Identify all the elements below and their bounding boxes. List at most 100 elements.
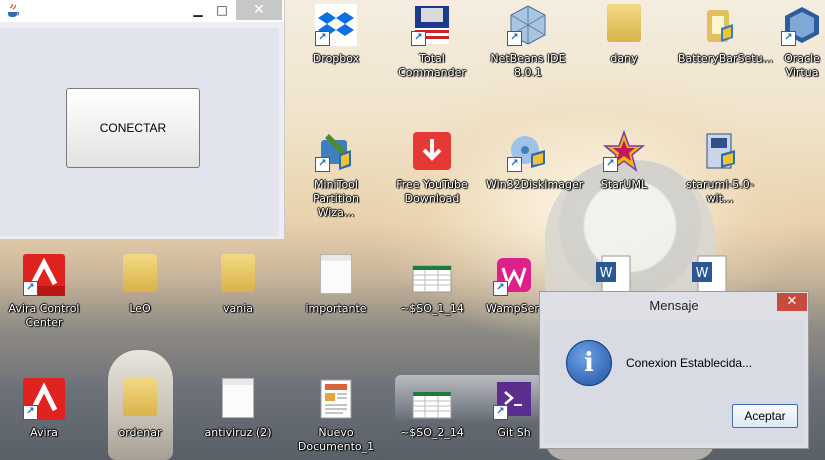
desktop-icon-dany[interactable]: dany <box>582 4 666 66</box>
desktop-icon-label: dany <box>610 52 638 65</box>
desktop-icon-avira[interactable]: ↗ Avira <box>2 378 86 440</box>
desktop-icon-avira-control-center[interactable]: ↗ Avira Control Center <box>2 254 86 330</box>
minimize-button[interactable]: ▁ <box>186 0 210 20</box>
shortcut-arrow-icon: ↗ <box>603 157 618 172</box>
shortcut-arrow-icon: ↗ <box>781 31 796 46</box>
desktop-icon-label: WampServ <box>486 302 546 315</box>
desktop-icon-label: Dropbox <box>312 52 360 65</box>
desktop-icon-label: Git Sh <box>497 426 531 439</box>
total-commander-icon: ↗ <box>411 4 453 46</box>
desktop-icon-word-doc-2[interactable]: W <box>686 254 736 296</box>
avira-icon: ↗ <box>23 378 65 420</box>
desktop-icon-label: StarUML <box>600 178 648 191</box>
desktop-icon-minitool[interactable]: ↗ MiniTool Partition Wiza... <box>294 130 378 220</box>
desktop-icon-batterybar[interactable]: BatteryBarSetu... <box>678 4 774 66</box>
dropbox-icon: ↗ <box>315 4 357 46</box>
desktop-icon-label: Avira <box>30 426 58 439</box>
shortcut-arrow-icon: ↗ <box>507 157 522 172</box>
folder-icon <box>119 254 161 296</box>
wampserver-icon: ↗ <box>493 254 535 296</box>
maximize-button[interactable]: □ <box>210 0 234 20</box>
disk-imager-icon: ↗ <box>507 130 549 172</box>
desktop-icon-ordenar[interactable]: ordenar <box>98 378 182 440</box>
shortcut-arrow-icon: ↗ <box>23 281 38 296</box>
shortcut-arrow-icon: ↗ <box>493 281 508 296</box>
connect-button[interactable]: CONECTAR <box>66 88 200 168</box>
close-button[interactable]: ✕ <box>236 0 282 20</box>
desktop-icon-so-1-14[interactable]: ~$SO_1_14 <box>390 254 474 316</box>
desktop-icon-antiviruz[interactable]: antiviruz (2) <box>196 378 280 440</box>
app-window: ▁ □ ✕ CONECTAR <box>0 0 285 240</box>
document-icon <box>315 378 357 420</box>
folder-icon <box>603 4 645 46</box>
desktop-icon-dropbox[interactable]: ↗ Dropbox <box>294 4 378 66</box>
virtualbox-icon: ↗ <box>781 4 823 46</box>
folder-icon <box>217 254 259 296</box>
spreadsheet-icon <box>411 254 453 296</box>
desktop-icon-label: importante <box>305 302 367 315</box>
desktop-icon-label: MiniTool Partition Wiza... <box>313 178 359 219</box>
svg-text:W: W <box>696 266 709 281</box>
spreadsheet-icon <box>411 378 453 420</box>
svg-text:W: W <box>600 266 613 281</box>
app-titlebar[interactable]: ▁ □ ✕ <box>0 0 284 22</box>
app-content-panel: CONECTAR <box>0 28 279 236</box>
dialog-titlebar[interactable]: Mensaje ✕ <box>540 292 808 320</box>
dialog-message: Conexion Establecida... <box>626 356 753 370</box>
desktop-icon-label: Nuevo Documento_1 <box>297 426 375 453</box>
desktop-icon-netbeans[interactable]: ↗ NetBeans IDE 8.0.1 <box>486 4 570 80</box>
desktop-icon-label: Oracle Virtua <box>784 52 820 79</box>
desktop-icon-label: antiviruz (2) <box>204 426 272 439</box>
word-document-icon: W <box>594 254 636 296</box>
desktop-icon-importante[interactable]: importante <box>294 254 378 316</box>
installer-icon <box>699 4 741 46</box>
shortcut-arrow-icon: ↗ <box>411 31 426 46</box>
avira-icon: ↗ <box>23 254 65 296</box>
desktop-icon-label: NetBeans IDE 8.0.1 <box>490 52 566 79</box>
desktop-icon-label: staruml-5.0-wit... <box>686 178 754 205</box>
desktop-icon-label: Total Commander <box>398 52 466 79</box>
minitool-icon: ↗ <box>315 130 357 172</box>
desktop-icon-label: Win32DiskImager <box>486 178 584 191</box>
desktop-icon-win32diskimager[interactable]: ↗ Win32DiskImager <box>486 130 584 192</box>
desktop-icon-staruml-installer[interactable]: staruml-5.0-wit... <box>678 130 762 206</box>
folder-icon <box>119 378 161 420</box>
desktop-icon-label: Avira Control Center <box>8 302 80 329</box>
staruml-icon: ↗ <box>602 129 646 172</box>
shortcut-arrow-icon: ↗ <box>23 405 38 420</box>
desktop-icon-wampserver[interactable]: ↗ WampServ <box>486 254 546 316</box>
youtube-download-icon <box>411 130 453 172</box>
text-file-icon <box>217 378 259 420</box>
dialog-body: i Conexion Establecida... Aceptar <box>544 320 804 444</box>
dialog-close-button[interactable]: ✕ <box>777 293 807 311</box>
desktop-icon-label: ~$SO_1_14 <box>400 302 464 315</box>
shortcut-arrow-icon: ↗ <box>493 405 508 420</box>
shortcut-arrow-icon: ↗ <box>315 157 330 172</box>
desktop-icon-label: ordenar <box>118 426 162 439</box>
desktop-icon-word-doc[interactable]: W <box>590 254 640 296</box>
desktop-icon-nuevo-documento[interactable]: Nuevo Documento_1 <box>294 378 378 454</box>
desktop-icon-staruml[interactable]: ↗ StarUML <box>582 129 666 192</box>
shortcut-arrow-icon: ↗ <box>315 31 330 46</box>
text-file-icon <box>315 254 357 296</box>
word-document-icon: W <box>690 254 732 296</box>
installer-icon <box>699 130 741 172</box>
desktop-icon-label: ~$SO_2_14 <box>400 426 464 439</box>
desktop-icon-git-shell[interactable]: ↗ Git Sh <box>486 378 542 440</box>
accept-button[interactable]: Aceptar <box>732 404 798 428</box>
message-dialog: Mensaje ✕ i Conexion Establecida... Acep… <box>539 291 809 449</box>
desktop-icon-total-commander[interactable]: ↗ Total Commander <box>390 4 474 80</box>
dialog-title: Mensaje <box>649 298 699 313</box>
git-shell-icon: ↗ <box>493 378 535 420</box>
desktop-icon-vania[interactable]: vania <box>196 254 280 316</box>
shortcut-arrow-icon: ↗ <box>507 31 522 46</box>
desktop-icon-free-youtube-download[interactable]: Free YouTube Download <box>390 130 474 206</box>
desktop-icon-label: vania <box>222 302 254 315</box>
desktop-icon-label: LeO <box>129 302 151 315</box>
info-icon: i <box>566 340 612 386</box>
desktop-icon-so-2-14[interactable]: ~$SO_2_14 <box>390 378 474 440</box>
java-icon <box>8 4 20 17</box>
desktop-icon-label: BatteryBarSetu... <box>678 52 774 65</box>
desktop-icon-leo[interactable]: LeO <box>98 254 182 316</box>
desktop-icon-oracle-virtualbox[interactable]: ↗ Oracle Virtua <box>772 4 825 80</box>
